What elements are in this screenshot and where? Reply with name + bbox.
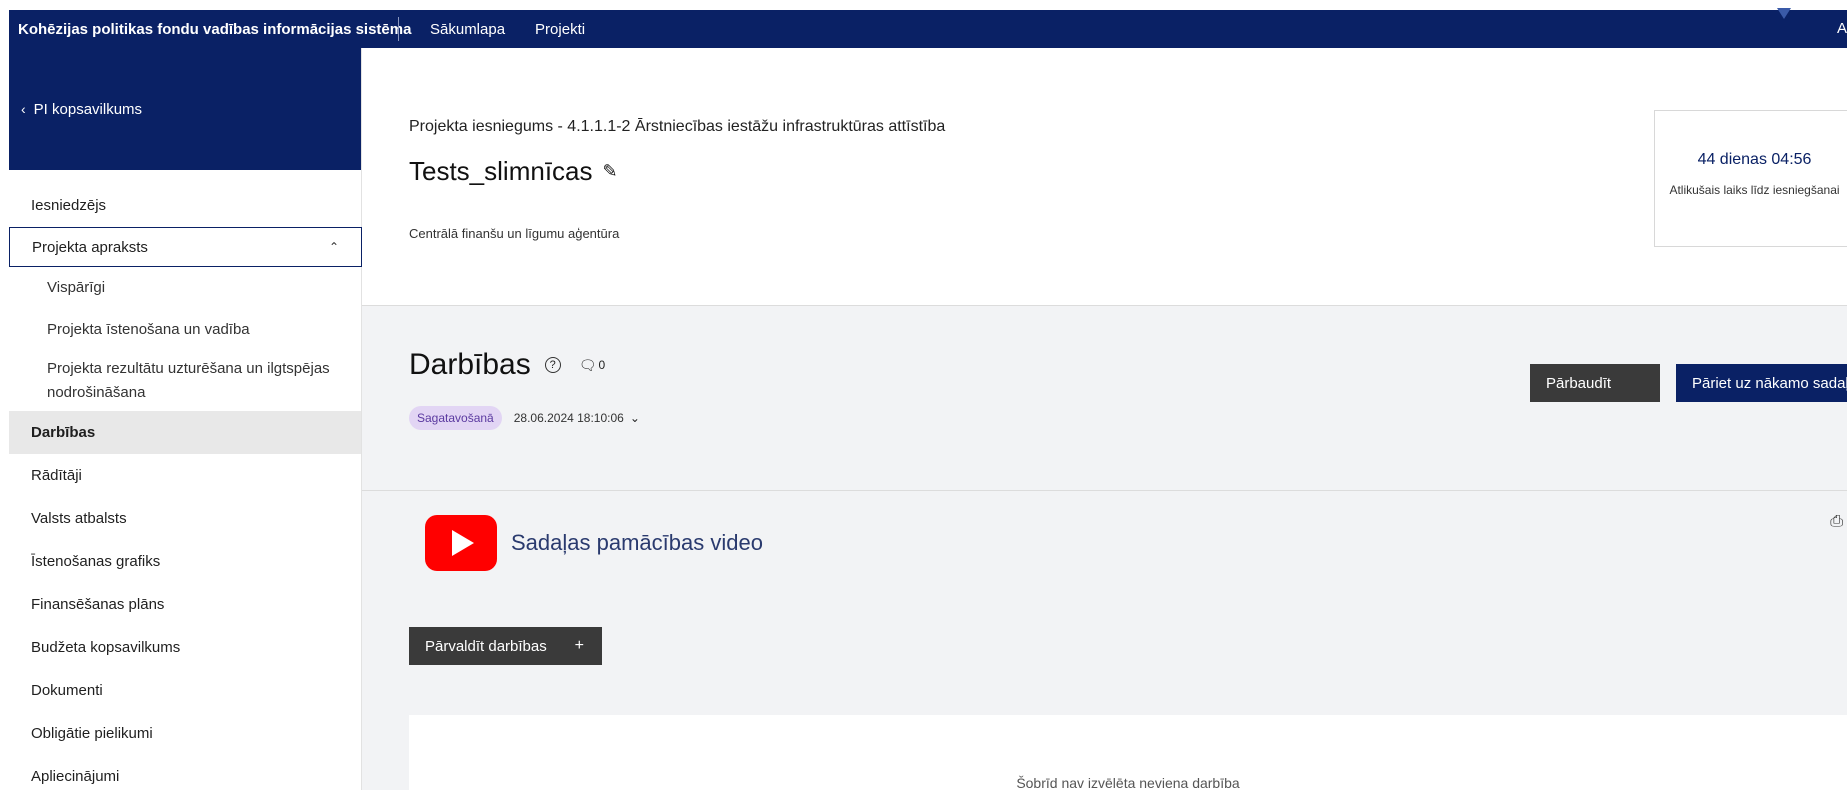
- sidebar-item-state-aid[interactable]: Valsts atbalsts: [9, 497, 361, 540]
- status-badge: Sagatavošanā: [409, 406, 502, 430]
- video-label: Sadaļas pamācības video: [511, 530, 763, 555]
- sidebar-item-financing-plan[interactable]: Finansēšanas plāns: [9, 583, 361, 626]
- sidebar-item-label: Budžeta kopsavilkums: [31, 639, 181, 656]
- sidebar-item-indicators[interactable]: Rādītāji: [9, 454, 361, 497]
- project-title: Tests_slimnīcas ✎: [409, 156, 618, 187]
- section-title: Darbības ? 🗨 0: [409, 348, 605, 382]
- sidebar-item-label: Darbības: [31, 424, 96, 441]
- next-section-button[interactable]: Pāriet uz nākamo sadaļu: [1676, 364, 1847, 402]
- comment-count: 0: [598, 358, 606, 372]
- section-header: Darbības ? 🗨 0 Sagatavošanā 28.06.2024 1…: [362, 306, 1847, 491]
- sidebar-item-label: Apliecinājumi: [31, 768, 120, 785]
- sidebar-item-activities[interactable]: Darbības: [9, 411, 361, 454]
- manage-activities-label: Pārvaldīt darbības: [425, 637, 547, 655]
- app-title[interactable]: Kohēzijas politikas fondu vadības inform…: [9, 21, 411, 38]
- sidebar-item-label: Dokumenti: [31, 682, 103, 699]
- timer-value: 44 dienas 04:56: [1697, 151, 1812, 168]
- sidebar-item-applicant[interactable]: Iesniedzējs: [9, 184, 361, 227]
- user-menu[interactable]: A: [1837, 20, 1847, 37]
- dropdown-caret-icon[interactable]: [1777, 8, 1791, 19]
- sidebar-item-declarations[interactable]: Apliecinājumi: [9, 755, 361, 790]
- project-header: Projekta iesniegums - 4.1.1.1-2 Ārstniec…: [362, 48, 1847, 306]
- nav-link-home[interactable]: Sākumlapa: [430, 21, 505, 38]
- youtube-play-icon: [425, 515, 497, 571]
- print-icon[interactable]: ⎙: [1830, 513, 1843, 531]
- help-question-icon[interactable]: ?: [544, 357, 561, 373]
- top-bar: Kohēzijas politikas fondu vadības inform…: [9, 8, 1847, 48]
- project-subtitle: Projekta iesniegums - 4.1.1.1-2 Ārstniec…: [409, 118, 946, 135]
- nav-divider: [398, 17, 399, 41]
- sidebar-item-schedule[interactable]: Īstenošanas grafiks: [9, 540, 361, 583]
- sidebar-item-label: Projekta apraksts: [32, 238, 148, 256]
- sidebar-subitem-general[interactable]: Vispārīgi: [9, 267, 361, 309]
- main-content: Projekta iesniegums - 4.1.1.1-2 Ārstniec…: [362, 48, 1847, 790]
- sidebar-item-label: Iesniedzējs: [31, 197, 107, 214]
- project-organization: Centrālā finanšu un līgumu aģentūra: [409, 226, 620, 241]
- section-meta: Sagatavošanā 28.06.2024 18:10:06 ⌄: [409, 406, 640, 430]
- sidebar-back-link[interactable]: ‹ PI kopsavilkums: [9, 48, 361, 170]
- sidebar-subitem-implementation[interactable]: Projekta īstenošana un vadība: [9, 309, 361, 351]
- play-triangle-icon: [452, 530, 474, 556]
- section-title-text: Darbības: [409, 348, 531, 381]
- section-body: ⎙ Sadaļas pamācības video Pārvaldīt darb…: [362, 491, 1847, 790]
- sidebar-item-project-description[interactable]: Projekta apraksts ⌃: [9, 227, 362, 267]
- sidebar-nav: Iesniedzējs Projekta apraksts ⌃ Vispārīg…: [9, 184, 362, 790]
- sidebar-item-documents[interactable]: Dokumenti: [9, 669, 361, 712]
- sidebar-subitem-sustainability[interactable]: Projekta rezultātu uzturēšana un ilgtspē…: [9, 351, 361, 411]
- sidebar-item-label: Finansēšanas plāns: [31, 596, 165, 613]
- manage-activities-button[interactable]: Pārvaldīt darbības +: [409, 627, 602, 665]
- comment-icon: 🗨: [578, 356, 597, 373]
- comments-button[interactable]: 🗨 0: [579, 357, 605, 374]
- sidebar-item-label: Īstenošanas grafiks: [31, 553, 161, 570]
- timer-label: Atlikušais laiks līdz iesniegšanai: [1669, 183, 1840, 197]
- chevron-up-icon: ⌃: [328, 240, 339, 254]
- sidebar-back-label: PI kopsavilkums: [33, 100, 143, 118]
- tutorial-video-link[interactable]: Sadaļas pamācības video: [425, 515, 763, 571]
- sidebar: ‹ PI kopsavilkums Iesniedzējs Projekta a…: [9, 48, 362, 790]
- chevron-down-icon[interactable]: ⌄: [630, 411, 640, 425]
- project-title-text: Tests_slimnīcas: [409, 156, 593, 186]
- sidebar-item-label: Valsts atbalsts: [31, 510, 127, 527]
- edit-pencil-icon[interactable]: ✎: [603, 161, 618, 182]
- sidebar-item-label: Obligātie pielikumi: [31, 725, 153, 742]
- empty-state-text: Šobrīd nav izvēlēta neviena darbība: [1016, 775, 1240, 790]
- plus-icon: +: [574, 637, 584, 654]
- sidebar-item-mandatory-attachments[interactable]: Obligātie pielikumi: [9, 712, 361, 755]
- sidebar-item-label: Rādītāji: [31, 467, 82, 484]
- nav-link-projects[interactable]: Projekti: [535, 21, 585, 38]
- check-button[interactable]: Pārbaudīt: [1530, 364, 1660, 402]
- section-date: 28.06.2024 18:10:06: [513, 411, 624, 425]
- chevron-left-icon: ‹: [21, 101, 26, 117]
- empty-state-card: Šobrīd nav izvēlēta neviena darbība: [409, 715, 1847, 790]
- sidebar-item-budget-summary[interactable]: Budžeta kopsavilkums: [9, 626, 361, 669]
- deadline-timer-card: 44 dienas 04:56 Atlikušais laiks līdz ie…: [1654, 110, 1847, 247]
